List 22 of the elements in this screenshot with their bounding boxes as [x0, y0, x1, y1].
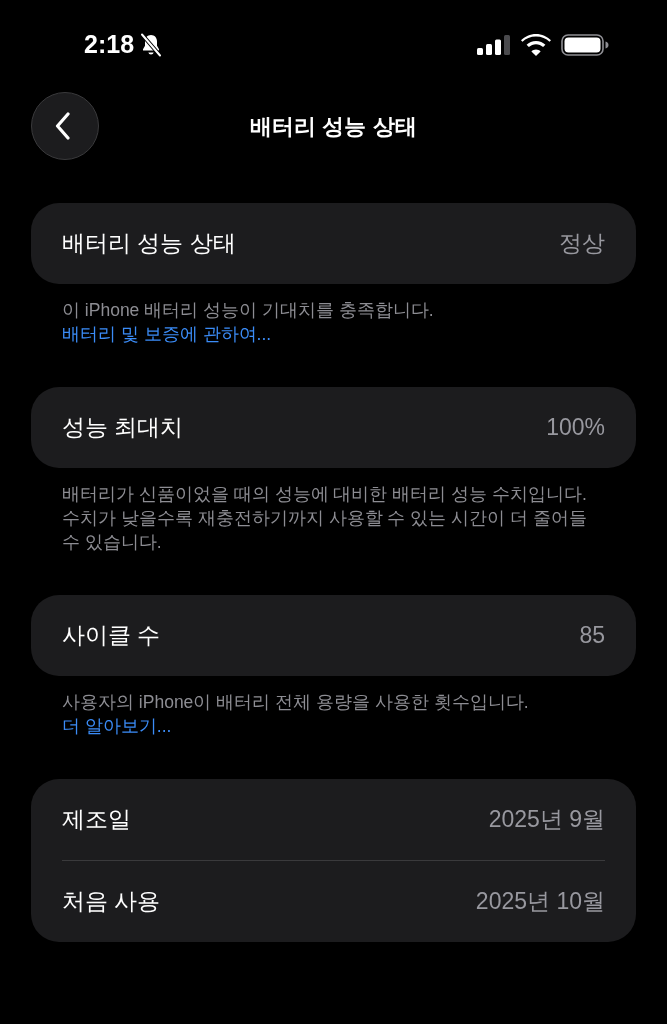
page-title: 배터리 성능 상태 [250, 112, 417, 141]
footnote-text: 배터리가 신품이었을 때의 성능에 대비한 배터리 성능 수치입니다. 수치가 낮을수록 재충전하기까지 사용할 수 있는 시간이 더 줄어들 수 있습니다. [61, 483, 588, 554]
bell-slash-icon [140, 33, 163, 57]
row-label: 배터리 성능 상태 [62, 229, 236, 259]
row-value: 85 [579, 621, 605, 651]
wifi-icon [521, 34, 551, 56]
signal-icon [477, 35, 511, 55]
footnote-text: 이 iPhone 배터리 성능이 기대치를 충족합니다. 배터리 및 보증에 관하여... [61, 299, 435, 346]
row-label: 사이클 수 [62, 621, 161, 651]
footnote-link[interactable]: 더 알아보기... [62, 716, 172, 736]
footnote-link[interactable]: 배터리 및 보증에 관하여... [62, 324, 272, 344]
row-value: 2025년 10월 [475, 887, 605, 917]
row-value: 100% [546, 413, 605, 443]
row-value: 2025년 9월 [488, 805, 605, 835]
battery-full-icon [561, 34, 609, 56]
row-label: 처음 사용 [62, 887, 161, 917]
row-value: 정상 [559, 229, 605, 259]
status-time: 2:18 [84, 29, 135, 61]
row-label: 제조일 [62, 805, 131, 835]
chevron-left-icon [55, 112, 71, 140]
row-label: 성능 최대치 [62, 413, 184, 443]
footnote-text: 사용자의 iPhone이 배터리 전체 용량을 사용한 횟수입니다. 더 알아보기... [61, 691, 530, 738]
